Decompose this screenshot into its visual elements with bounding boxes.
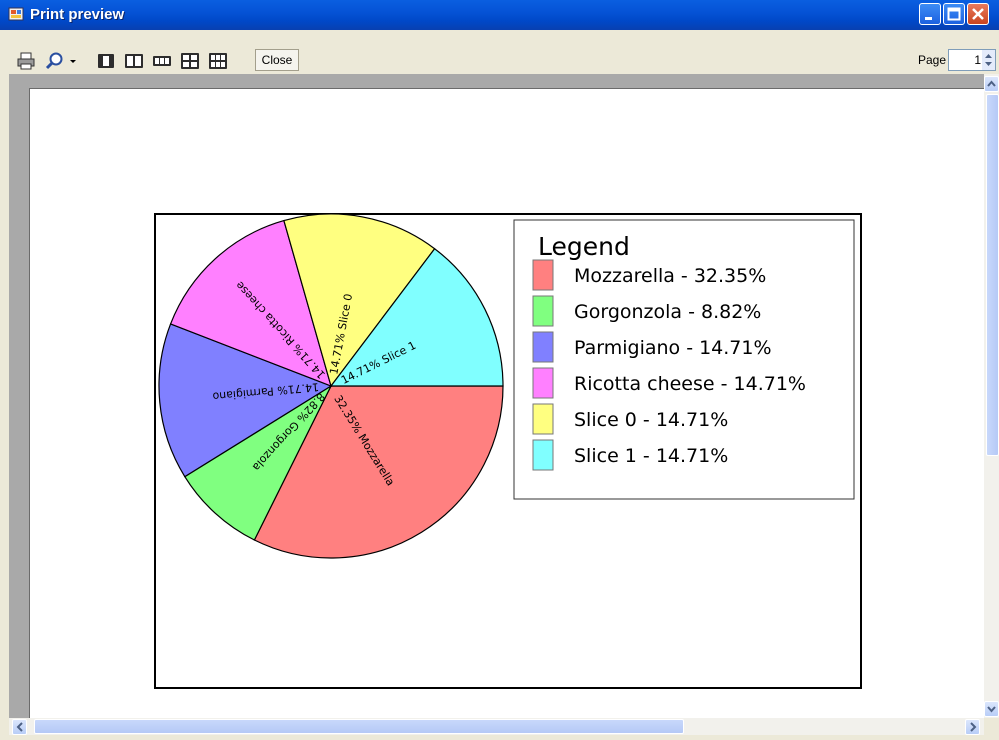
preview-page: 32.35% Mozzarella 8.82% Gorgonzola 14.71% … bbox=[29, 88, 984, 718]
legend-label: Ricotta cheese - 14.71% bbox=[574, 373, 806, 395]
page-number-value: 1 bbox=[974, 53, 981, 67]
scroll-down-button[interactable] bbox=[984, 701, 999, 717]
legend-label: Slice 0 - 14.71% bbox=[574, 409, 728, 431]
close-preview-button[interactable]: Close bbox=[255, 49, 299, 71]
two-pages-icon[interactable] bbox=[124, 51, 144, 71]
horizontal-scroll-thumb[interactable] bbox=[34, 719, 684, 734]
zoom-icon[interactable] bbox=[45, 51, 65, 71]
page-label: Page bbox=[918, 53, 947, 67]
four-pages-icon[interactable] bbox=[180, 51, 200, 71]
pie-slices bbox=[158, 213, 504, 559]
scroll-right-button[interactable] bbox=[965, 719, 980, 735]
six-pages-icon[interactable] bbox=[208, 51, 228, 71]
legend-swatch bbox=[532, 403, 554, 435]
one-page-icon[interactable] bbox=[96, 51, 116, 71]
maximize-button[interactable] bbox=[943, 3, 965, 25]
print-preview-window: Print preview Close Page 1 32.35% Mozzar… bbox=[0, 0, 999, 740]
preview-viewport: 32.35% Mozzarella 8.82% Gorgonzola 14.71% … bbox=[9, 74, 984, 718]
window-bottom-edge bbox=[0, 735, 999, 740]
maximize-icon bbox=[947, 7, 961, 21]
scroll-left-button[interactable] bbox=[12, 719, 27, 735]
close-icon bbox=[972, 8, 984, 20]
legend-label: Slice 1 - 14.71% bbox=[574, 445, 728, 467]
spinner-arrows-icon[interactable] bbox=[982, 50, 995, 70]
window-close-button[interactable] bbox=[967, 3, 989, 25]
chevron-left-icon bbox=[16, 722, 23, 732]
legend-title: Legend bbox=[538, 232, 630, 261]
legend-swatch bbox=[532, 439, 554, 471]
scroll-up-button[interactable] bbox=[984, 76, 999, 92]
three-pages-icon[interactable] bbox=[152, 51, 172, 71]
chevron-right-icon bbox=[970, 722, 977, 732]
minimize-button[interactable] bbox=[919, 3, 941, 25]
zoom-dropdown-chevron-down-icon[interactable] bbox=[68, 51, 78, 71]
app-icon bbox=[8, 7, 24, 21]
page-number-spinner[interactable]: 1 bbox=[948, 49, 996, 71]
legend-swatch bbox=[532, 331, 554, 363]
legend-swatch bbox=[532, 367, 554, 399]
legend-label: Gorgonzola - 8.82% bbox=[574, 301, 761, 323]
title-bar[interactable]: Print preview bbox=[0, 0, 999, 30]
minimize-icon bbox=[925, 17, 932, 20]
toolbar bbox=[0, 30, 999, 75]
window-left-edge bbox=[0, 74, 9, 740]
chevron-up-icon bbox=[987, 80, 996, 87]
window-title: Print preview bbox=[30, 6, 125, 23]
printer-icon[interactable] bbox=[16, 51, 36, 71]
vertical-scroll-thumb[interactable] bbox=[986, 94, 999, 456]
pie-chart: 32.35% Mozzarella8.82% Gorgonzola14.71% … bbox=[154, 213, 862, 689]
legend-label: Mozzarella - 32.35% bbox=[574, 265, 766, 287]
legend-label: Parmigiano - 14.71% bbox=[574, 337, 772, 359]
chevron-down-icon bbox=[987, 706, 996, 713]
legend-swatch bbox=[532, 259, 554, 291]
size-grip[interactable] bbox=[984, 718, 999, 735]
legend-swatch bbox=[532, 295, 554, 327]
